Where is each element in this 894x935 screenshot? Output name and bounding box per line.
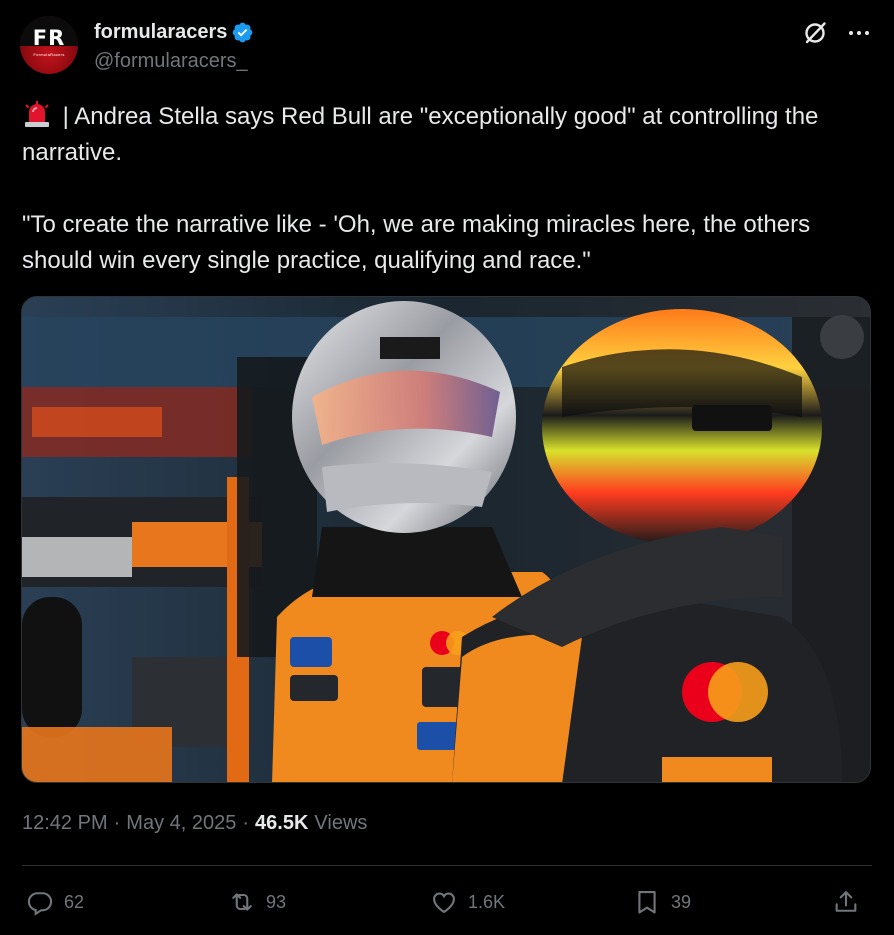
like-button[interactable]: 1.6K <box>430 880 505 924</box>
display-name-row: formularacers <box>94 18 254 46</box>
handle[interactable]: @formularacers_ <box>94 50 254 73</box>
divider <box>22 865 872 866</box>
tweet: FR FormulaRacers formularacers @formular… <box>0 0 894 935</box>
siren-icon <box>25 101 49 127</box>
repost-icon <box>232 893 252 911</box>
tweet-meta: 12:42 PM · May 4, 2025 · 46.5K Views <box>22 812 367 835</box>
reply-button[interactable]: 62 <box>26 880 84 924</box>
post-time[interactable]: 12:42 PM <box>22 812 108 835</box>
photo-illustration <box>22 297 870 782</box>
share-button[interactable] <box>832 880 860 924</box>
reply-count: 62 <box>64 891 85 912</box>
display-name[interactable]: formularacers <box>94 21 227 44</box>
avatar-logo-text: FR <box>32 26 66 50</box>
bookmark-button[interactable]: 39 <box>633 880 691 924</box>
views-label: Views <box>314 812 368 834</box>
heart-icon <box>433 892 455 914</box>
tweet-text: | Andrea Stella says Red Bull are "excep… <box>22 99 872 279</box>
author-names: formularacers @formularacers_ <box>94 18 254 73</box>
bookmark-count: 39 <box>671 891 692 912</box>
like-count: 1.6K <box>468 891 506 912</box>
action-bar: 62 93 1.6K 39 <box>22 880 872 924</box>
meta-separator: · <box>113 812 121 834</box>
reply-icon <box>27 892 53 916</box>
post-date[interactable]: May 4, 2025 <box>126 812 236 835</box>
tweet-body: | Andrea Stella says Red Bull are "excep… <box>22 103 819 274</box>
avatar-logo-subtext: FormulaRacers <box>33 52 65 57</box>
tweet-photo[interactable] <box>21 296 871 783</box>
repost-button[interactable]: 93 <box>228 880 286 924</box>
meta-separator: · <box>242 812 250 834</box>
views-count[interactable]: 46.5K <box>255 812 308 835</box>
more-options-icon[interactable] <box>846 20 872 46</box>
repost-count: 93 <box>266 891 287 912</box>
tweet-header: FR FormulaRacers formularacers @formular… <box>20 16 874 80</box>
avatar[interactable]: FR FormulaRacers <box>20 16 78 74</box>
verified-badge-icon <box>233 22 253 42</box>
share-icon <box>835 891 857 912</box>
bookmark-icon <box>638 891 656 914</box>
grok-icon[interactable] <box>802 20 828 46</box>
